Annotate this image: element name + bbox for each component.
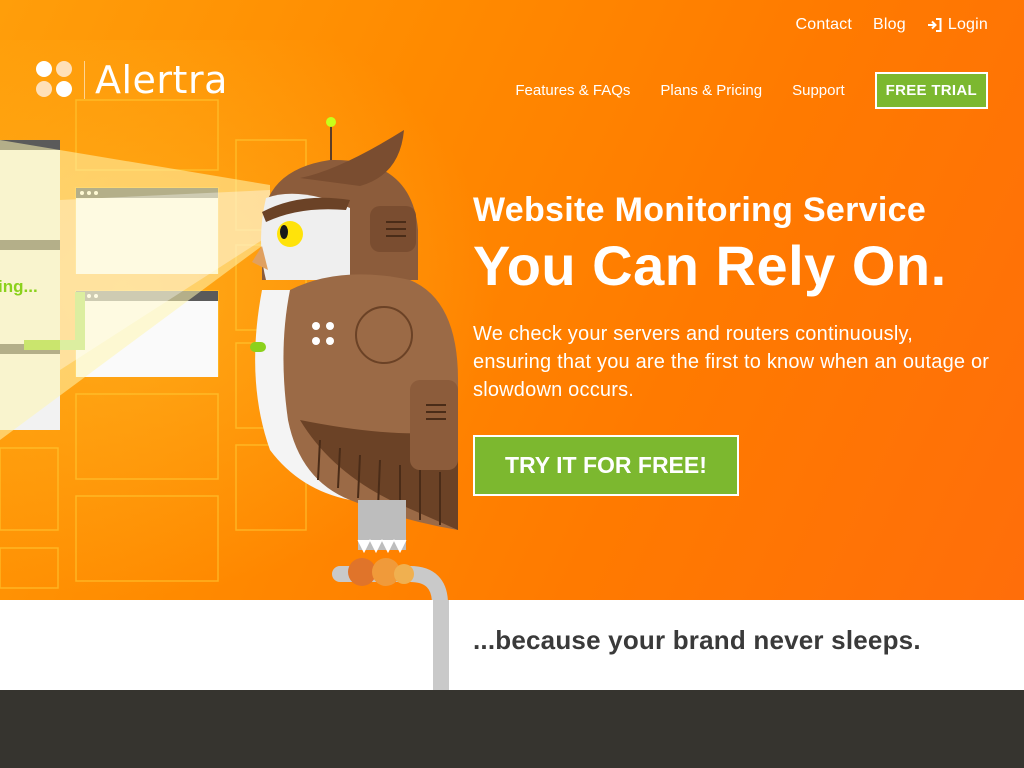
login-link[interactable]: Login	[927, 16, 988, 34]
try-free-button[interactable]: TRY IT FOR FREE!	[473, 435, 739, 496]
hero-copy: Website Monitoring Service You Can Rely …	[473, 190, 993, 496]
utility-nav: Contact Blog Login	[795, 16, 988, 34]
nav-pricing[interactable]: Plans & Pricing	[660, 82, 762, 99]
footer-band	[0, 690, 1024, 768]
nav-features[interactable]: Features & FAQs	[515, 82, 630, 99]
contact-link[interactable]: Contact	[795, 16, 852, 34]
hero-headline: Website Monitoring Service	[473, 191, 927, 229]
logo-divider	[84, 61, 85, 99]
login-icon	[927, 18, 942, 32]
login-label: Login	[947, 16, 988, 33]
loading-text: ing...	[0, 277, 38, 296]
logo-mark-icon	[36, 61, 74, 99]
perch-pipe	[433, 600, 449, 690]
hero-subheadline: You Can Rely On.	[473, 234, 947, 297]
nav-support[interactable]: Support	[792, 82, 845, 99]
blog-link[interactable]: Blog	[873, 16, 906, 34]
brand-logo[interactable]: Alertra	[36, 58, 228, 102]
owl-robot-illustration: ing...	[0, 99, 458, 600]
hero-description: We check your servers and routers contin…	[473, 323, 990, 401]
tagline: ...because your brand never sleeps.	[473, 625, 921, 655]
owl-robot	[250, 117, 458, 586]
hero-section: ing... Contact Blog Login Alertra Featur…	[0, 0, 1024, 600]
free-trial-button[interactable]: FREE TRIAL	[874, 72, 988, 109]
brand-name: Alertra	[95, 58, 228, 102]
tagline-band: ...because your brand never sleeps.	[0, 600, 1024, 690]
main-nav: Features & FAQs Plans & Pricing Support …	[515, 72, 988, 109]
